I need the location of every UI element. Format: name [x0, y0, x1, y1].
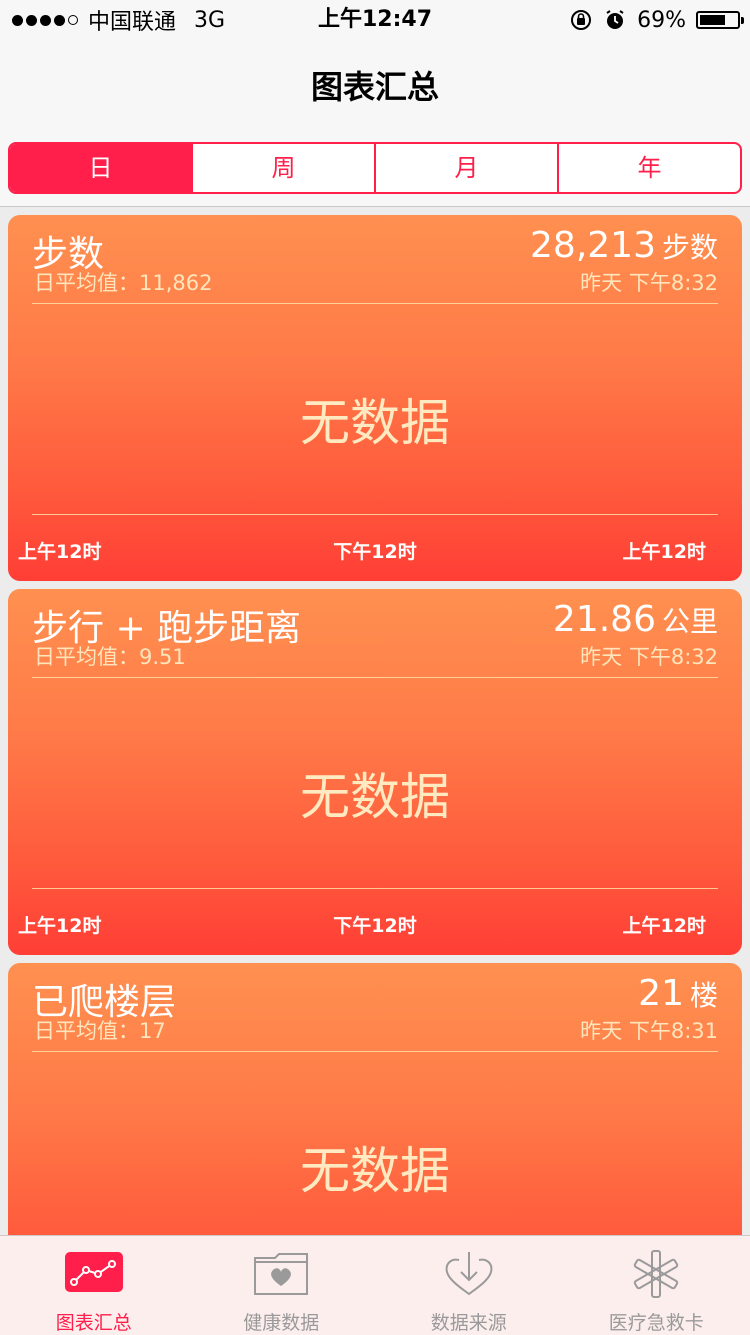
card-value: 21 [638, 973, 684, 1014]
dashboard-list: 步数 28,213 步数 日平均值：11,862 昨天 下午8:32 无数据 上… [0, 207, 750, 1235]
medical-id-star-icon [626, 1250, 686, 1298]
chart-icon [64, 1250, 124, 1298]
tab-label: 健康数据 [188, 1308, 376, 1335]
segment-day[interactable]: 日 [10, 144, 193, 192]
card-daily-average: 日平均值：9.51 [34, 641, 186, 671]
divider [32, 303, 718, 304]
card-unit: 步数 [662, 226, 718, 266]
status-right: 69% [569, 6, 740, 34]
card-daily-average: 日平均值：17 [34, 1015, 166, 1045]
no-data-label: 无数据 [8, 1131, 742, 1203]
divider [32, 677, 718, 678]
health-data-folder-icon [251, 1250, 311, 1298]
tab-data-sources[interactable]: 数据来源 [375, 1236, 563, 1335]
rotation-lock-icon [569, 8, 593, 32]
segment-year[interactable]: 年 [559, 144, 740, 192]
card-value-group: 21.86 公里 [553, 599, 718, 640]
card-value: 21.86 [553, 599, 656, 640]
tab-label: 图表汇总 [0, 1308, 188, 1335]
no-data-label: 无数据 [8, 757, 742, 829]
data-source-download-icon [439, 1250, 499, 1298]
chart-baseline [32, 888, 718, 889]
tab-health-data[interactable]: 健康数据 [188, 1236, 376, 1335]
card-timestamp: 昨天 下午8:32 [580, 641, 718, 671]
alarm-clock-icon [603, 8, 627, 32]
flights-climbed-card[interactable]: 已爬楼层 21 楼 日平均值：17 昨天 下午8:31 无数据 [8, 963, 742, 1235]
tab-label: 医疗急救卡 [563, 1308, 750, 1335]
card-timestamp: 昨天 下午8:31 [580, 1015, 718, 1045]
segment-week[interactable]: 周 [193, 144, 376, 192]
chart-baseline [32, 514, 718, 515]
card-daily-average: 日平均值：11,862 [34, 267, 212, 297]
card-value-group: 21 楼 [638, 973, 718, 1014]
divider [32, 1051, 718, 1052]
period-selector-container: 日 周 月 年 [0, 130, 750, 207]
page-title: 图表汇总 [0, 62, 750, 108]
tab-medical-id[interactable]: 医疗急救卡 [563, 1236, 750, 1335]
navigation-bar: 图表汇总 [0, 40, 750, 130]
tab-dashboard[interactable]: 图表汇总 [0, 1236, 188, 1335]
axis-label-end: 上午12时 [623, 911, 706, 938]
status-bar: 中国联通 3G 上午12:47 69% [0, 0, 750, 40]
tab-label: 数据来源 [375, 1308, 563, 1335]
steps-card[interactable]: 步数 28,213 步数 日平均值：11,862 昨天 下午8:32 无数据 上… [8, 215, 742, 581]
card-value-group: 28,213 步数 [530, 225, 718, 266]
axis-label-end: 上午12时 [623, 537, 706, 564]
walking-running-distance-card[interactable]: 步行 + 跑步距离 21.86 公里 日平均值：9.51 昨天 下午8:32 无… [8, 589, 742, 955]
no-data-label: 无数据 [8, 383, 742, 455]
battery-icon [696, 11, 740, 29]
period-segmented-control: 日 周 月 年 [8, 142, 742, 194]
card-unit: 公里 [662, 600, 718, 640]
segment-month[interactable]: 月 [376, 144, 559, 192]
battery-percent: 69% [637, 8, 686, 33]
card-timestamp: 昨天 下午8:32 [580, 267, 718, 297]
tab-bar: 图表汇总 健康数据 数据来源 医疗急救卡 [0, 1235, 750, 1335]
card-unit: 楼 [690, 974, 718, 1014]
card-value: 28,213 [530, 225, 656, 266]
